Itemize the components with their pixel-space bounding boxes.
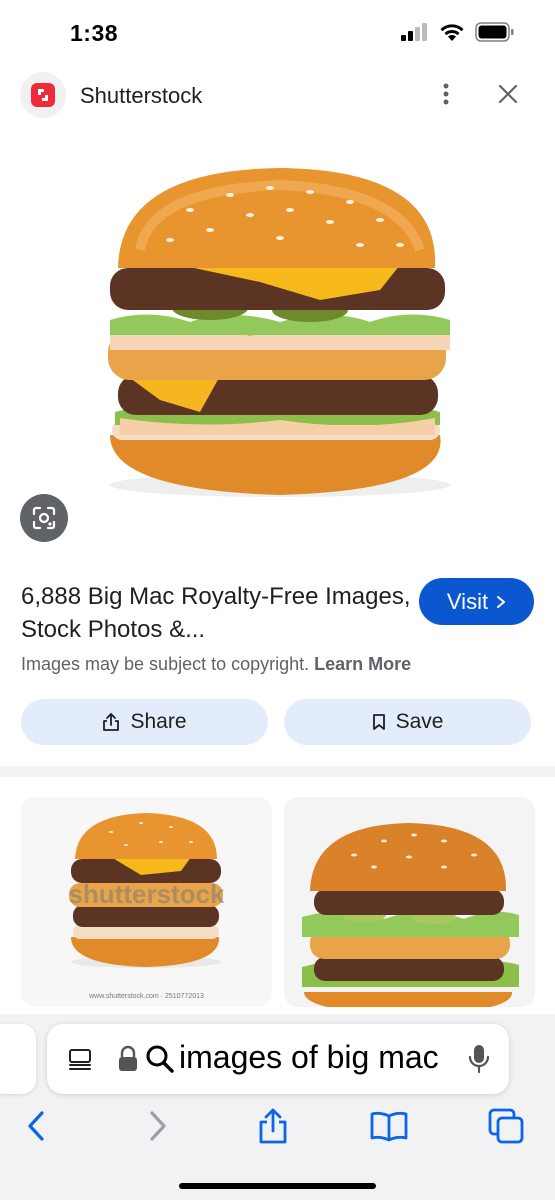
copyright-notice: Images may be subject to copyright. Lear… — [21, 654, 411, 675]
back-button[interactable] — [14, 1104, 58, 1148]
wifi-icon — [440, 23, 464, 41]
reader-icon[interactable] — [67, 1046, 93, 1072]
search-icon — [146, 1045, 174, 1073]
close-icon — [498, 84, 518, 104]
mic-icon[interactable] — [467, 1043, 491, 1075]
bookmarks-icon — [370, 1111, 408, 1142]
signal-icon — [401, 23, 427, 41]
main-image[interactable] — [80, 150, 480, 510]
address-text[interactable]: images of big mac — [179, 1039, 461, 1076]
tabs-button[interactable] — [484, 1104, 528, 1148]
status-bar: 1:38 — [0, 0, 555, 62]
copyright-text: Images may be subject to copyright. — [21, 654, 310, 674]
share-button[interactable]: Share — [21, 699, 268, 745]
watermark-text: shutterstock — [68, 879, 225, 909]
share-label: Share — [130, 710, 187, 733]
learn-more-link[interactable]: Learn More — [314, 654, 411, 674]
close-button[interactable] — [492, 78, 524, 110]
more-options-button[interactable] — [430, 78, 462, 110]
more-vert-icon — [443, 83, 449, 105]
save-label: Save — [395, 710, 444, 733]
bookmarks-button[interactable] — [367, 1104, 411, 1148]
previous-tab[interactable] — [0, 1024, 36, 1094]
address-bar[interactable]: images of big mac — [47, 1024, 509, 1094]
related-image-card[interactable] — [284, 797, 535, 1007]
visit-label: Visit — [446, 588, 489, 614]
source-name[interactable]: Shutterstock — [80, 83, 202, 109]
status-icons — [401, 22, 515, 42]
lens-icon — [32, 506, 56, 530]
result-title[interactable]: 6,888 Big Mac Royalty-Free Images, Stock… — [21, 580, 411, 646]
bookmark-icon — [372, 714, 385, 730]
forward-button[interactable] — [136, 1104, 180, 1148]
source-logo[interactable] — [20, 72, 66, 118]
battery-icon — [475, 22, 514, 42]
tabs-icon — [488, 1108, 524, 1144]
lens-button[interactable] — [20, 494, 68, 542]
section-divider — [0, 766, 555, 777]
forward-icon — [150, 1111, 166, 1141]
shutterstock-logo-icon — [31, 83, 55, 107]
image-caption: www.shutterstock.com · 2510772013 — [89, 993, 204, 1000]
save-button[interactable]: Save — [284, 699, 531, 745]
related-image-card[interactable]: shutterstock www.shutterstock.com · 2510… — [21, 797, 272, 1007]
status-time: 1:38 — [70, 20, 119, 46]
lock-icon — [119, 1045, 137, 1071]
back-icon — [28, 1111, 44, 1141]
share-sheet-button[interactable] — [251, 1104, 295, 1148]
chevron-right-icon — [497, 595, 506, 608]
share-sheet-icon — [259, 1108, 287, 1144]
visit-button[interactable]: Visit — [419, 578, 534, 625]
source-header: Shutterstock — [0, 66, 555, 126]
home-indicator — [179, 1183, 376, 1189]
share-icon — [103, 713, 120, 731]
